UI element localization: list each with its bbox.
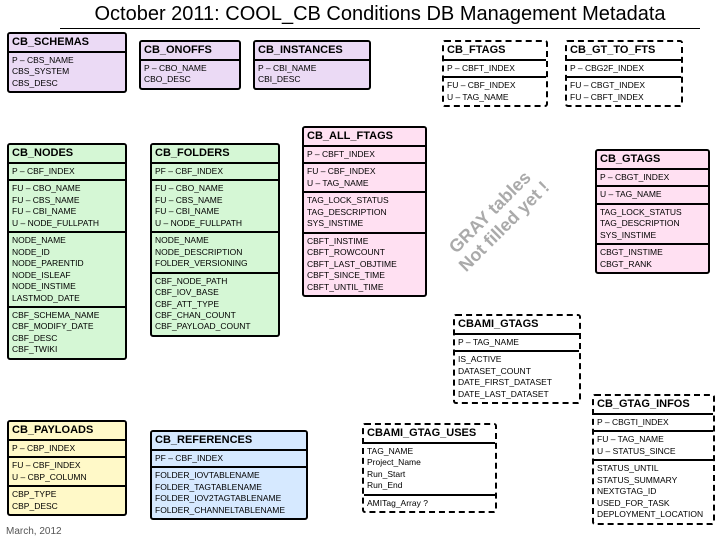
box-cb-schemas: CB_SCHEMAS P – CBS_NAME CBS_SYSTEM CBS_D… — [7, 32, 127, 93]
box-cb-references: CB_REFERENCES PF – CBF_INDEX FOLDER_IOVT… — [150, 430, 308, 520]
box-cbami-gtags: CBAMI_GTAGS P – TAG_NAME IS_ACTIVE DATAS… — [453, 314, 581, 404]
box-cb-gt-to-fts: CB_GT_TO_FTS P – CBG2F_INDEX FU – CBGT_I… — [565, 40, 683, 107]
box-cbami-gtag-uses: CBAMI_GTAG_USES TAG_NAME Project_Name Ru… — [362, 423, 497, 513]
hdr-cb-payloads: CB_PAYLOADS — [9, 422, 125, 441]
box-cb-folders: CB_FOLDERS PF – CBF_INDEX FU – CBO_NAME … — [150, 143, 280, 337]
hdr-cb-all-ftags: CB_ALL_FTAGS — [304, 128, 425, 147]
box-cb-onoffs: CB_ONOFFS P – CBO_NAME CBO_DESC — [139, 40, 241, 90]
hdr-cb-ftags: CB_FTAGS — [444, 42, 546, 61]
hdr-cb-schemas: CB_SCHEMAS — [9, 34, 125, 53]
hdr-cb-references: CB_REFERENCES — [152, 432, 306, 451]
box-cb-gtags: CB_GTAGS P – CBGT_INDEX U – TAG_NAME TAG… — [595, 149, 710, 274]
hdr-cb-folders: CB_FOLDERS — [152, 145, 278, 164]
footer-date: March, 2012 — [6, 526, 62, 537]
hdr-cbami-gtags: CBAMI_GTAGS — [455, 316, 579, 335]
box-cb-payloads: CB_PAYLOADS P – CBP_INDEX FU – CBF_INDEX… — [7, 420, 127, 516]
box-cb-all-ftags: CB_ALL_FTAGS P – CBFT_INDEX FU – CBF_IND… — [302, 126, 427, 297]
hdr-cb-nodes: CB_NODES — [9, 145, 125, 164]
sect: P – CBS_NAME CBS_SYSTEM CBS_DESC — [9, 53, 125, 91]
hdr-cb-instances: CB_INSTANCES — [255, 42, 369, 61]
box-cb-ftags: CB_FTAGS P – CBFT_INDEX FU – CBF_INDEX U… — [442, 40, 548, 107]
hdr-cb-gtags: CB_GTAGS — [597, 151, 708, 170]
box-cb-gtag-infos: CB_GTAG_INFOS P – CBGTI_INDEX FU – TAG_N… — [592, 394, 715, 525]
hdr-cb-onoffs: CB_ONOFFS — [141, 42, 239, 61]
hdr-cb-gtag-infos: CB_GTAG_INFOS — [594, 396, 713, 415]
box-cb-instances: CB_INSTANCES P – CBI_NAME CBI_DESC — [253, 40, 371, 90]
hdr-cbami-gtag-uses: CBAMI_GTAG_USES — [364, 425, 495, 444]
watermark: GRAY tables Not filled yet ! — [441, 164, 553, 276]
box-cb-nodes: CB_NODES P – CBF_INDEX FU – CBO_NAME FU … — [7, 143, 127, 360]
page-title: October 2011: COOL_CB Conditions DB Mana… — [60, 3, 700, 29]
hdr-cb-gt-to-fts: CB_GT_TO_FTS — [567, 42, 681, 61]
